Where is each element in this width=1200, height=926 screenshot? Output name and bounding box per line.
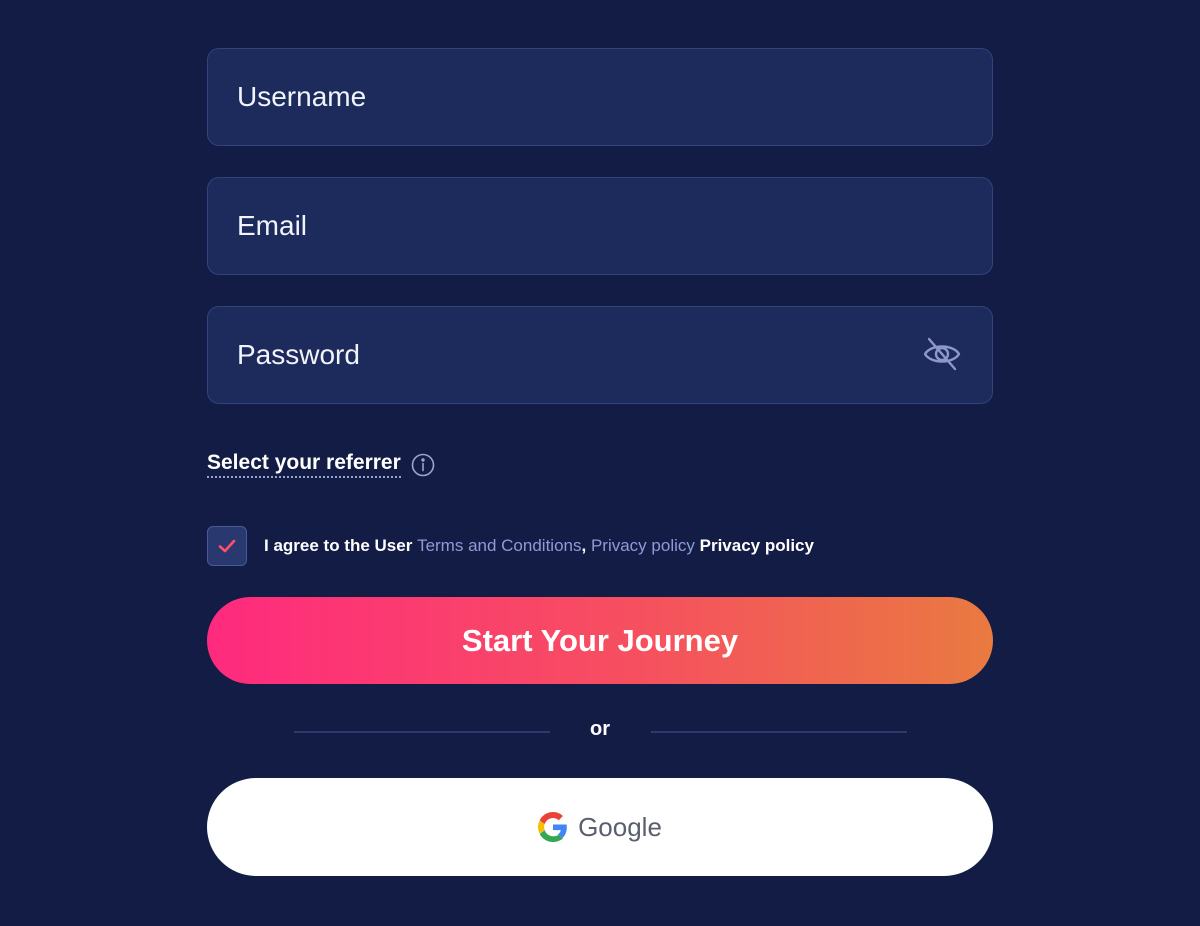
username-field — [207, 48, 993, 146]
terms-agreement: I agree to the User Terms and Conditions… — [207, 526, 814, 566]
eye-off-icon[interactable] — [921, 333, 963, 375]
start-journey-button[interactable]: Start Your Journey — [207, 597, 993, 684]
password-input[interactable] — [208, 307, 992, 403]
email-input[interactable] — [208, 178, 992, 274]
select-referrer-link[interactable]: Select your referrer — [207, 451, 401, 478]
google-label: Google — [578, 811, 662, 842]
signup-form: Select your referrer I agree to the User… — [207, 48, 993, 876]
password-field — [207, 306, 993, 404]
info-icon[interactable] — [411, 453, 435, 477]
referrer-row: Select your referrer — [207, 451, 435, 478]
agreement-text: I agree to the User Terms and Conditions… — [264, 536, 814, 556]
privacy-policy-bold-link[interactable]: Privacy policy — [700, 536, 814, 555]
privacy-policy-link[interactable]: Privacy policy — [591, 536, 695, 555]
or-divider: or — [207, 718, 993, 746]
google-signin-button[interactable]: Google — [207, 778, 993, 876]
agreement-separator: , — [581, 536, 587, 555]
check-icon — [218, 539, 236, 553]
terms-checkbox[interactable] — [207, 526, 247, 566]
terms-link[interactable]: Terms and Conditions — [417, 536, 581, 555]
or-label: or — [590, 718, 610, 740]
username-input[interactable] — [208, 49, 992, 145]
agreement-prefix: I agree to the User — [264, 536, 413, 555]
google-icon — [538, 812, 568, 842]
divider-line-right — [651, 731, 907, 733]
email-field — [207, 177, 993, 275]
